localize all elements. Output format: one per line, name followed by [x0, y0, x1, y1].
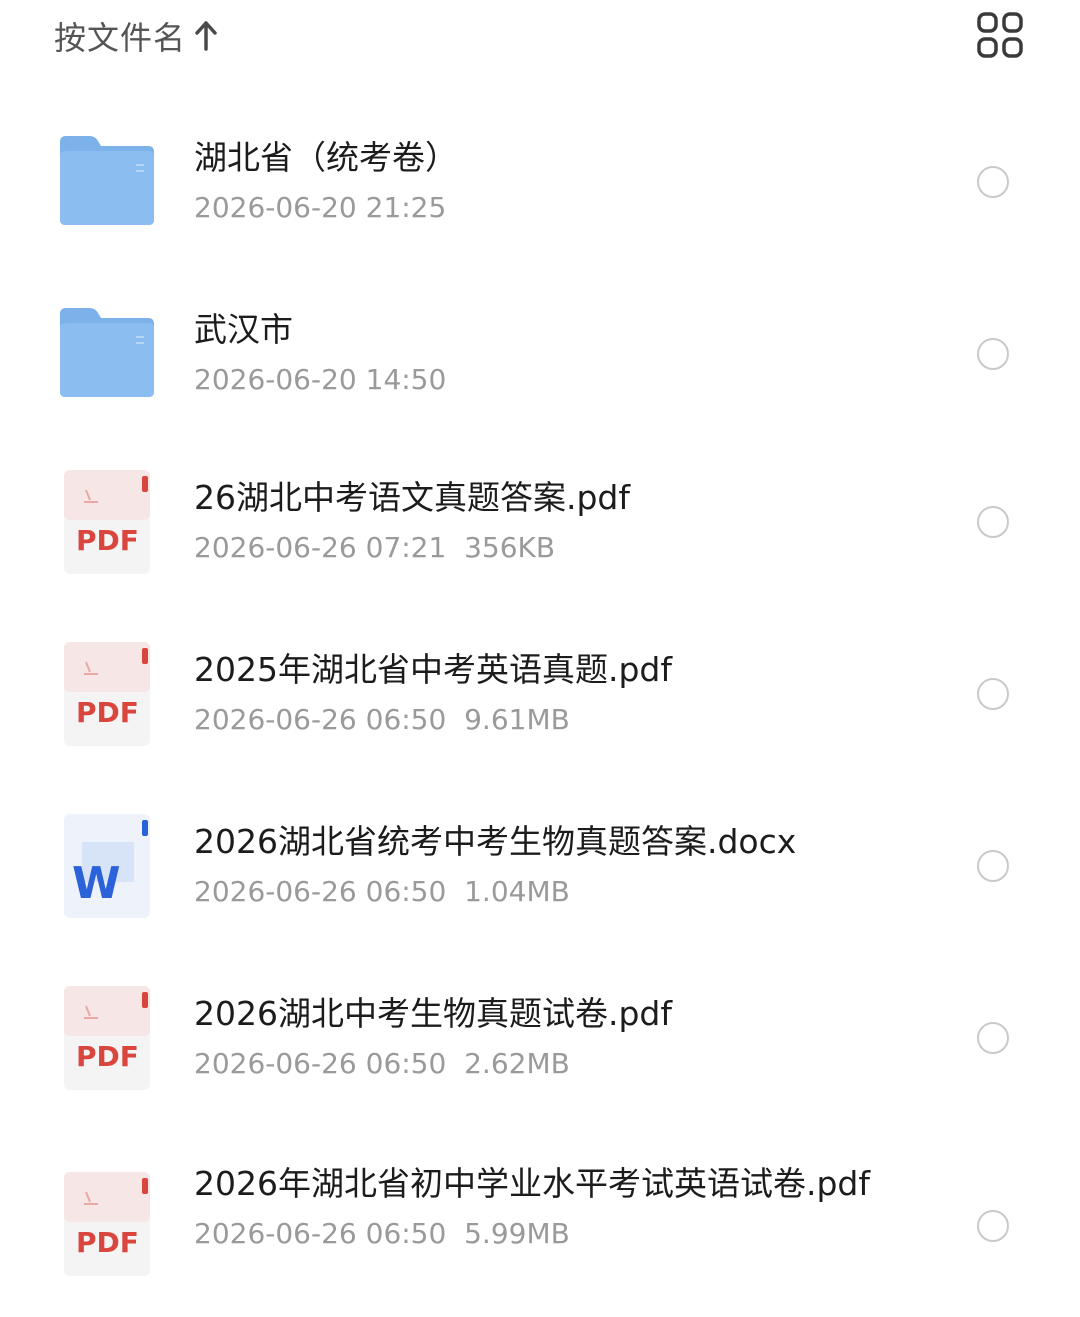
file-row[interactable]: PDF 2026年湖北省初中学业水平考试英语试卷.pdf 2026-06-26 …: [0, 1160, 1080, 1310]
file-meta: 2026-06-26 06:50 2.62MB: [194, 1047, 570, 1080]
word-badge-text: W: [72, 858, 121, 909]
sort-by-name-button[interactable]: 按文件名: [54, 12, 218, 60]
file-name: 2026湖北中考生物真题试卷.pdf: [194, 994, 672, 1033]
file-name: 26湖北中考语文真题答案.pdf: [194, 478, 630, 517]
file-name: 武汉市: [194, 310, 293, 349]
file-row[interactable]: PDF 2026湖北中考生物真题试卷.pdf 2026-06-26 06:50 …: [0, 986, 1080, 1140]
select-radio[interactable]: [977, 850, 1009, 882]
file-name: 2026年湖北省初中学业水平考试英语试卷.pdf: [194, 1164, 870, 1203]
file-name: 2026湖北省统考中考生物真题答案.docx: [194, 822, 797, 861]
pdf-badge-text: PDF: [76, 524, 139, 557]
arrow-up-icon: [194, 21, 218, 51]
top-toolbar: 按文件名: [0, 0, 1080, 80]
file-name: 湖北省（统考卷）: [194, 138, 458, 177]
pdf-badge-text: PDF: [76, 1226, 139, 1259]
file-name: 2025年湖北省中考英语真题.pdf: [194, 650, 672, 689]
pdf-file-icon: PDF: [58, 468, 156, 574]
file-meta: 2026-06-20 21:25: [194, 191, 447, 224]
file-row[interactable]: W 2026湖北省统考中考生物真题答案.docx 2026-06-26 06:5…: [0, 814, 1080, 968]
select-radio[interactable]: [977, 1210, 1009, 1242]
pdf-badge-text: PDF: [76, 696, 139, 729]
file-meta: 2026-06-26 06:50 1.04MB: [194, 875, 570, 908]
folder-icon: [58, 134, 156, 234]
select-radio[interactable]: [977, 166, 1009, 198]
word-file-icon: W: [58, 812, 156, 918]
pdf-file-icon: PDF: [58, 984, 156, 1090]
file-meta: 2026-06-26 06:50 9.61MB: [194, 703, 570, 736]
file-meta: 2026-06-20 14:50: [194, 363, 447, 396]
pdf-file-icon: PDF: [58, 640, 156, 746]
pdf-file-icon: PDF: [58, 1170, 156, 1276]
file-row[interactable]: PDF 26湖北中考语文真题答案.pdf 2026-06-26 07:21 35…: [0, 470, 1080, 624]
file-meta: 2026-06-26 06:50 5.99MB: [194, 1217, 570, 1250]
file-row[interactable]: PDF 2025年湖北省中考英语真题.pdf 2026-06-26 06:50 …: [0, 642, 1080, 796]
file-meta: 2026-06-26 07:21 356KB: [194, 531, 556, 564]
select-radio[interactable]: [977, 338, 1009, 370]
select-radio[interactable]: [977, 678, 1009, 710]
select-radio[interactable]: [977, 1022, 1009, 1054]
sort-label: 按文件名: [54, 19, 187, 57]
file-row[interactable]: 武汉市 2026-06-20 14:50: [0, 306, 1080, 456]
pdf-badge-text: PDF: [76, 1040, 139, 1073]
file-row[interactable]: 湖北省（统考卷） 2026-06-20 21:25: [0, 134, 1080, 284]
folder-icon: [58, 306, 156, 406]
grid-view-icon[interactable]: [975, 10, 1025, 60]
select-radio[interactable]: [977, 506, 1009, 538]
